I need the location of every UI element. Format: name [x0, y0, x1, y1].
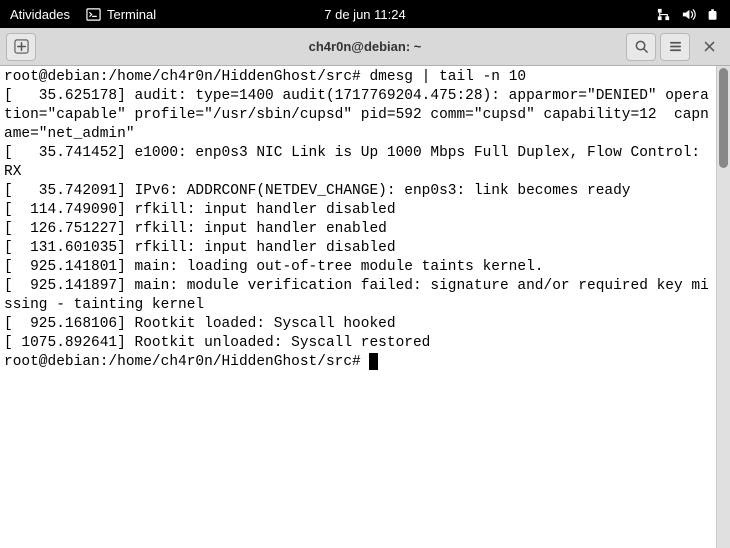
close-button[interactable] — [694, 33, 724, 61]
search-button[interactable] — [626, 33, 656, 61]
current-app[interactable]: Terminal — [86, 7, 156, 22]
output-line: [ 35.742091] IPv6: ADDRCONF(NETDEV_CHANG… — [4, 182, 712, 201]
plus-icon — [14, 39, 29, 54]
shell-prompt: root@debian:/home/ch4r0n/HiddenGhost/src… — [4, 354, 361, 370]
scrollbar[interactable] — [716, 66, 730, 548]
output-line: [ 35.741452] e1000: enp0s3 NIC Link is U… — [4, 144, 712, 182]
search-icon — [634, 39, 649, 54]
menu-button[interactable] — [660, 33, 690, 61]
cursor — [369, 353, 378, 370]
window-title: ch4r0n@debian: ~ — [309, 39, 422, 54]
terminal-output[interactable]: root@debian:/home/ch4r0n/HiddenGhost/src… — [0, 66, 716, 548]
output-line: [ 35.625178] audit: type=1400 audit(1717… — [4, 87, 712, 144]
output-lines: [ 35.625178] audit: type=1400 audit(1717… — [4, 87, 712, 353]
output-line: [ 925.141897] main: module verification … — [4, 277, 712, 315]
command-text: dmesg | tail -n 10 — [369, 69, 526, 85]
volume-icon[interactable] — [681, 7, 696, 22]
datetime[interactable]: 7 de jun 11:24 — [324, 7, 405, 22]
output-line: [ 131.601035] rfkill: input handler disa… — [4, 239, 712, 258]
new-tab-button[interactable] — [6, 33, 36, 61]
terminal-icon — [86, 7, 101, 22]
scrollbar-thumb[interactable] — [719, 68, 728, 168]
close-icon — [703, 40, 716, 53]
output-line: [ 925.141801] main: loading out-of-tree … — [4, 258, 712, 277]
hamburger-icon — [668, 39, 683, 54]
gnome-topbar: Atividades Terminal 7 de jun 11:24 — [0, 0, 730, 28]
window-titlebar: ch4r0n@debian: ~ — [0, 28, 730, 66]
battery-icon[interactable] — [706, 7, 720, 22]
output-line: [ 114.749090] rfkill: input handler disa… — [4, 201, 712, 220]
activities-button[interactable]: Atividades — [10, 7, 70, 22]
app-name-label: Terminal — [107, 7, 156, 22]
output-line: [ 126.751227] rfkill: input handler enab… — [4, 220, 712, 239]
shell-prompt: root@debian:/home/ch4r0n/HiddenGhost/src… — [4, 69, 361, 85]
output-line: [ 1075.892641] Rootkit unloaded: Syscall… — [4, 334, 712, 353]
output-line: [ 925.168106] Rootkit loaded: Syscall ho… — [4, 315, 712, 334]
network-icon[interactable] — [656, 7, 671, 22]
